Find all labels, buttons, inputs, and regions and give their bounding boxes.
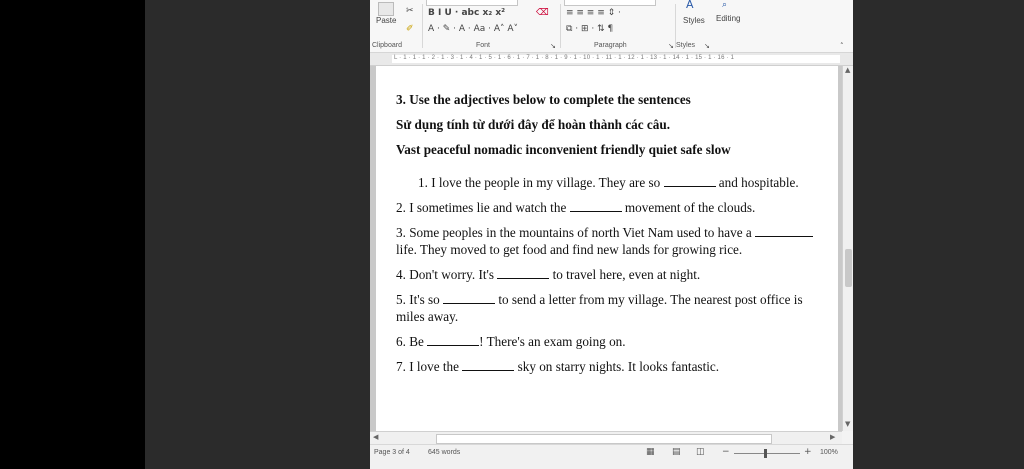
horizontal-scroll-thumb[interactable] (436, 434, 772, 444)
print-layout-icon[interactable]: ▤ (672, 447, 681, 457)
horizontal-ruler[interactable]: L · 1 · 1 · 1 · 2 · 1 · 3 · 1 · 4 · 1 · … (370, 53, 853, 66)
zoom-in-icon[interactable]: + (804, 447, 812, 457)
adjective-list: Vast peaceful nomadic inconvenient frien… (396, 142, 731, 157)
web-layout-icon[interactable]: ◫ (696, 447, 705, 457)
paragraph-group-label: Paragraph (594, 42, 627, 49)
sentence-3: 3. Some peoples in the mountains of nort… (396, 224, 830, 258)
scroll-down-icon[interactable]: ▼ (845, 420, 850, 428)
sentence-6-part-a: 6. Be (396, 334, 424, 349)
sentence-4-part-b: to travel here, even at night. (552, 267, 701, 282)
editing-icon[interactable]: ⌕ (722, 0, 727, 10)
group-divider (422, 4, 423, 48)
sentence-5-part-a: 5. It's so (396, 292, 440, 307)
blank-line (569, 200, 622, 212)
sentence-7-part-b: sky on starry nights. It looks fantastic… (517, 359, 720, 374)
clear-format-icon[interactable]: ⌫ (536, 8, 549, 18)
sentence-4: 4. Don't worry. It's to travel here, eve… (396, 266, 830, 283)
font-name-box[interactable] (426, 0, 518, 6)
scroll-left-icon[interactable]: ◀ (373, 433, 378, 441)
font-format-row[interactable]: B I U · abc x₂ x² (428, 8, 505, 18)
sentence-2-part-a: 2. I sometimes lie and watch the (396, 200, 567, 215)
sentence-5: 5. It's so to send a letter from my vill… (396, 291, 830, 325)
document-content[interactable]: 3. Use the adjectives below to complete … (396, 91, 830, 375)
zoom-level[interactable]: 100% (820, 449, 838, 456)
read-mode-icon[interactable]: ▦ (646, 447, 655, 457)
sentence-1-part-a: 1. I love the people in my village. They… (418, 175, 661, 190)
desktop-background (145, 0, 372, 469)
sentence-2: 2. I sometimes lie and watch the movemen… (396, 199, 830, 216)
blank-line (443, 292, 496, 304)
blank-line (755, 225, 813, 237)
vertical-scrollbar[interactable]: ▲ ▼ (842, 66, 853, 431)
blank-line (497, 267, 550, 279)
styles-group-label: Styles (676, 42, 696, 49)
sentence-6: 6. Be ! There's an exam going on. (396, 333, 830, 350)
sentence-1-part-b: and hospitable. (718, 175, 799, 190)
font-color-row[interactable]: A · ✎ · A · Aa · A˄ A˅ (428, 24, 518, 34)
blank-line (462, 359, 515, 371)
styles-dialog-launcher-icon[interactable]: ↘ (704, 41, 710, 51)
desktop-background-right (852, 0, 1024, 469)
exercise-heading-vi: Sử dụng tính từ dưới đây để hoàn thành c… (396, 117, 670, 132)
scroll-right-icon[interactable]: ▶ (830, 433, 835, 441)
sentence-1: 1. I love the people in my village. They… (396, 174, 830, 191)
vertical-scroll-thumb[interactable] (845, 249, 852, 287)
document-area: 3. Use the adjectives below to complete … (370, 66, 842, 431)
zoom-out-icon[interactable]: − (722, 447, 730, 457)
clipboard-group-label: Clipboard (372, 42, 402, 49)
blank-line (427, 334, 480, 346)
shading-border-row[interactable]: ⧉ · ⊞ · ⇅ ¶ (566, 24, 613, 34)
collapse-ribbon-icon[interactable]: ˄ (840, 41, 844, 51)
zoom-slider[interactable] (734, 453, 800, 454)
paste-button[interactable]: Paste (376, 16, 396, 26)
styles-icon[interactable]: A (686, 0, 694, 10)
scroll-up-icon[interactable]: ▲ (845, 66, 850, 74)
horizontal-scrollbar[interactable]: ◀ ▶ (370, 431, 842, 444)
paragraph-list-box[interactable] (564, 0, 656, 6)
format-painter-icon[interactable]: ✐ (406, 24, 414, 34)
sentence-2-part-b: movement of the clouds. (624, 200, 756, 215)
ruler-marks: L · 1 · 1 · 1 · 2 · 1 · 3 · 1 · 4 · 1 · … (394, 55, 735, 61)
group-divider (560, 4, 561, 48)
clipboard-icon[interactable] (378, 2, 394, 16)
zoom-slider-thumb[interactable] (764, 449, 767, 458)
word-window: Paste ✂ ✐ Clipboard B I U · abc x₂ x² ⌫ … (370, 0, 853, 469)
status-bar: Page 3 of 4 645 words ▦ ▤ ◫ − + 100% (370, 444, 853, 469)
paragraph-dialog-launcher-icon[interactable]: ↘ (668, 41, 674, 51)
styles-button[interactable]: Styles (683, 16, 705, 26)
page-count-status[interactable]: Page 3 of 4 (374, 449, 410, 456)
blank-line (663, 175, 716, 187)
sentence-7: 7. I love the sky on starry nights. It l… (396, 358, 830, 375)
sentence-7-part-a: 7. I love the (396, 359, 459, 374)
sentence-4-part-a: 4. Don't worry. It's (396, 267, 495, 282)
alignment-row[interactable]: ≡ ≡ ≡ ≡ ⇕ · (566, 8, 621, 18)
editing-button[interactable]: Editing (716, 14, 740, 24)
ribbon: Paste ✂ ✐ Clipboard B I U · abc x₂ x² ⌫ … (370, 0, 853, 53)
font-dialog-launcher-icon[interactable]: ↘ (550, 41, 556, 51)
left-black-margin (0, 0, 145, 469)
sentence-3-part-a: 3. Some peoples in the mountains of nort… (396, 225, 752, 240)
word-count-status[interactable]: 645 words (428, 449, 460, 456)
sentence-6-part-b: ! There's an exam going on. (479, 334, 626, 349)
cut-icon[interactable]: ✂ (406, 6, 414, 16)
font-group-label: Font (476, 42, 491, 49)
sentence-3-part-b: life. They moved to get food and find ne… (396, 242, 743, 257)
exercise-heading: 3. Use the adjectives below to complete … (396, 92, 691, 107)
document-page[interactable]: 3. Use the adjectives below to complete … (376, 66, 838, 431)
